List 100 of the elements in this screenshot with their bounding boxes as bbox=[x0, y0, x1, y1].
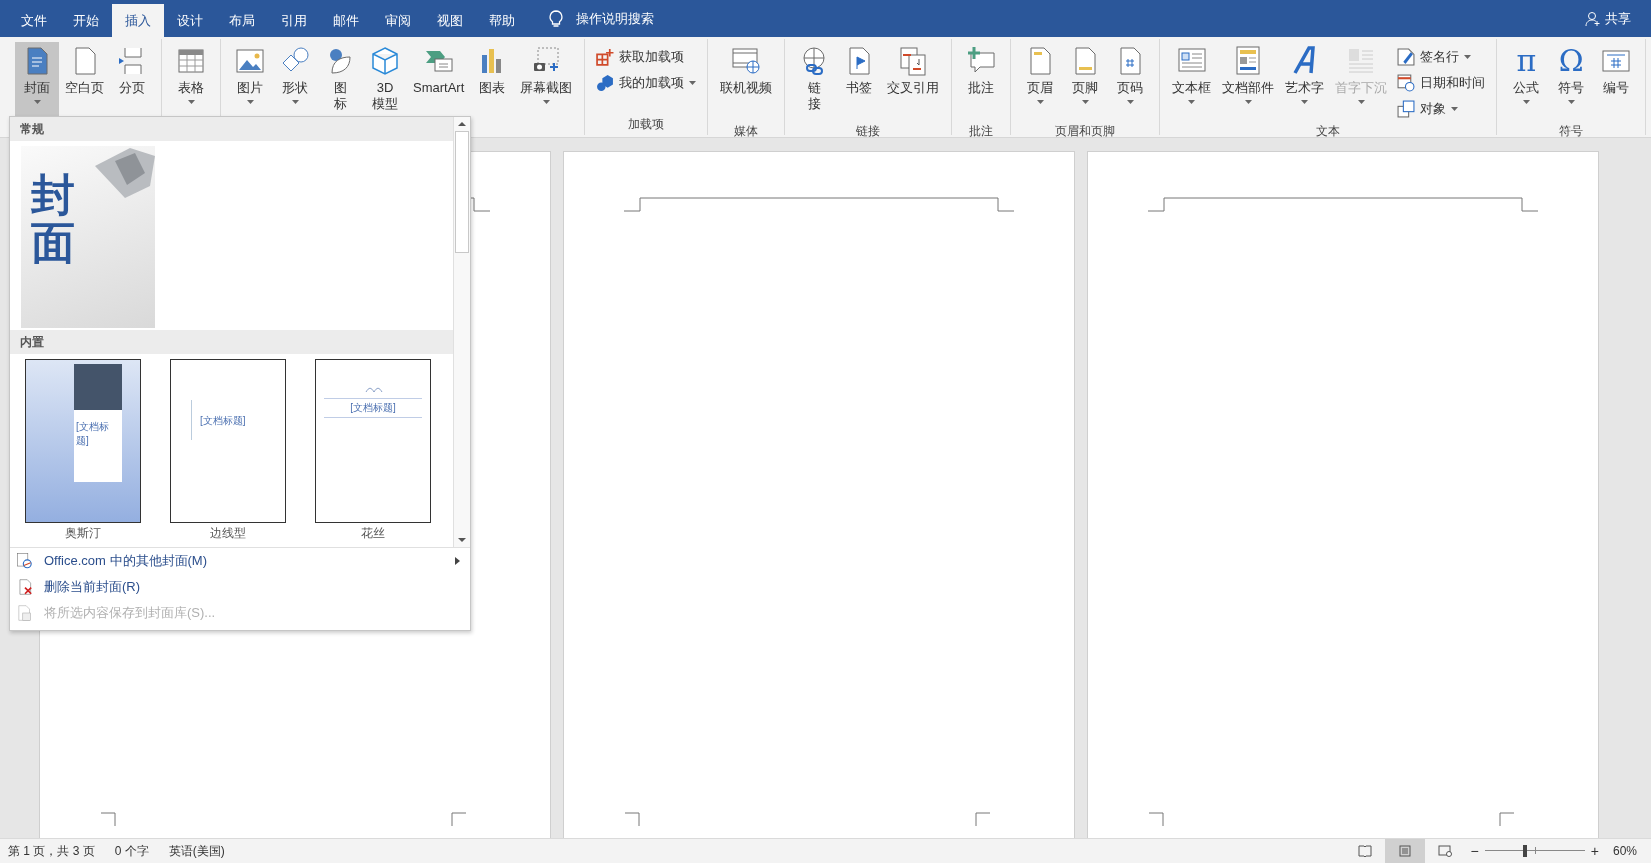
ribbon-button[interactable]: 屏幕截图 bbox=[515, 42, 578, 122]
cube-icon bbox=[369, 45, 401, 77]
submenu-arrow-icon bbox=[455, 557, 460, 565]
caret-icon bbox=[291, 100, 299, 104]
margin-mark bbox=[624, 812, 640, 827]
ribbon-button[interactable]: Ω 符号 bbox=[1549, 42, 1594, 122]
ribbon-button[interactable]: 交叉引用 bbox=[882, 42, 945, 122]
ribbon-tab[interactable]: 设计 bbox=[164, 4, 216, 37]
ribbon-tab[interactable]: 文件 bbox=[8, 4, 60, 37]
thumbnail-caption: 边线型 bbox=[210, 525, 246, 542]
scrollbar[interactable] bbox=[453, 117, 470, 547]
group-label: 符号 bbox=[1558, 123, 1585, 140]
ribbon-button[interactable]: 页码 bbox=[1108, 42, 1153, 122]
caret-icon bbox=[1464, 55, 1472, 59]
ribbon-button[interactable]: 批注 bbox=[959, 42, 1004, 122]
ribbon-button[interactable]: 艺术字 bbox=[1280, 42, 1330, 122]
zoom-in-button[interactable]: + bbox=[1584, 843, 1605, 859]
search-button[interactable]: 操作说明搜索 bbox=[548, 0, 654, 37]
group-label: 加载项 bbox=[627, 116, 666, 133]
cover-title: 封面 bbox=[31, 171, 75, 268]
view-mode-button[interactable] bbox=[1384, 839, 1425, 863]
caret-icon bbox=[689, 81, 697, 85]
document-title-placeholder: [文档标题] bbox=[200, 415, 246, 426]
dark-panel bbox=[74, 364, 122, 410]
person-icon bbox=[1585, 10, 1601, 27]
margin-mark bbox=[975, 812, 991, 827]
book-icon bbox=[1357, 845, 1372, 857]
group-label: 批注 bbox=[968, 123, 995, 140]
web-layout-icon bbox=[1437, 845, 1452, 857]
ribbon-button[interactable]: 获取加载项 bbox=[596, 46, 697, 68]
caret-icon bbox=[33, 100, 41, 104]
add-grid-icon bbox=[596, 48, 615, 66]
caret-icon bbox=[1036, 100, 1044, 104]
caret-icon bbox=[1451, 107, 1459, 111]
ribbon-tab[interactable]: 开始 bbox=[60, 4, 112, 37]
ribbon-tab[interactable]: 引用 bbox=[268, 4, 320, 37]
ribbon-button[interactable]: π 公式 bbox=[1504, 42, 1549, 122]
cover-thumbnail[interactable]: [文档标题] bbox=[315, 359, 431, 523]
ribbon-button[interactable]: 链 接 bbox=[792, 42, 837, 122]
margin-mark bbox=[1499, 812, 1515, 827]
cover-thumbnail[interactable]: 封面 bbox=[21, 146, 155, 328]
hexagon-icon bbox=[596, 74, 615, 92]
section-header: 常规 bbox=[10, 117, 453, 141]
ribbon-tab[interactable]: 插入 bbox=[112, 4, 164, 37]
lightbulb-icon bbox=[548, 9, 564, 28]
ribbon-button[interactable]: 图表 bbox=[470, 42, 515, 122]
caret-icon bbox=[246, 100, 254, 104]
section-header: 内置 bbox=[10, 330, 453, 354]
menu-item[interactable]: Office.com 中的其他封面(M) bbox=[10, 548, 470, 574]
ribbon-button[interactable]: 日期和时间 bbox=[1397, 72, 1486, 94]
document-title-placeholder: [文档标题] bbox=[76, 420, 110, 448]
ribbon-tab[interactable]: 视图 bbox=[424, 4, 476, 37]
group-label: 媒体 bbox=[733, 123, 760, 140]
status-text: 0 个字 bbox=[114, 842, 149, 860]
zoom-out-button[interactable]: − bbox=[1464, 843, 1485, 859]
thumbnail-caption: 花丝 bbox=[361, 525, 385, 542]
pi-icon: π bbox=[1516, 44, 1537, 78]
ribbon-button[interactable]: 签名行 bbox=[1397, 46, 1486, 68]
slider-thumb[interactable] bbox=[1522, 845, 1527, 857]
ribbon-button[interactable]: 文档部件 bbox=[1217, 42, 1280, 122]
caret-icon bbox=[1081, 100, 1089, 104]
ribbon-tab[interactable]: 审阅 bbox=[372, 4, 424, 37]
caret-icon bbox=[1301, 100, 1309, 104]
ribbon-button[interactable]: 书签 bbox=[837, 42, 882, 122]
ribbon-button[interactable]: 页脚 bbox=[1063, 42, 1108, 122]
save-page-icon bbox=[16, 604, 34, 622]
group-label: 链接 bbox=[855, 123, 882, 140]
ribbon-button[interactable]: 编号 bbox=[1594, 42, 1639, 122]
thumbnail-caption: 奥斯汀 bbox=[65, 525, 101, 542]
page-layout-icon bbox=[1397, 845, 1412, 857]
margin-mark bbox=[100, 812, 116, 827]
ribbon-button[interactable]: 联机视频 bbox=[715, 42, 778, 122]
signature-icon bbox=[1397, 48, 1416, 66]
ribbon-button[interactable]: 页眉 bbox=[1018, 42, 1063, 122]
scroll-thumb[interactable] bbox=[455, 131, 469, 253]
ribbon-tab[interactable]: 帮助 bbox=[476, 4, 528, 37]
ornament-icon bbox=[364, 386, 384, 394]
ribbon-button[interactable]: 文本框 bbox=[1167, 42, 1217, 122]
delete-page-icon bbox=[16, 578, 34, 596]
caret-icon bbox=[1522, 100, 1530, 104]
cover-thumbnail[interactable]: [文档标题] bbox=[25, 359, 141, 523]
margin-mark bbox=[451, 812, 467, 827]
caret-icon bbox=[1357, 100, 1365, 104]
caret-icon bbox=[1188, 100, 1196, 104]
ribbon-tab[interactable]: 布局 bbox=[216, 4, 268, 37]
menu-item[interactable]: 删除当前封面(R) bbox=[10, 574, 470, 600]
share-button[interactable]: 共享 bbox=[1585, 0, 1631, 37]
ribbon-button[interactable]: 我的加载项 bbox=[596, 72, 697, 94]
film-globe-icon bbox=[730, 45, 763, 77]
caret-icon bbox=[187, 100, 195, 104]
globe-document-icon bbox=[16, 552, 34, 570]
ribbon-button[interactable]: 对象 bbox=[1397, 98, 1486, 120]
ribbon-tab[interactable]: 邮件 bbox=[320, 4, 372, 37]
zoom-level[interactable]: 60% bbox=[1604, 844, 1651, 858]
cover-thumbnail[interactable]: [文档标题] bbox=[170, 359, 286, 523]
caret-icon bbox=[1126, 100, 1134, 104]
status-text: 第 1 页，共 3 页 bbox=[8, 842, 95, 860]
omega-icon: Ω bbox=[1558, 44, 1584, 78]
caret-icon bbox=[542, 100, 550, 104]
status-text: 英语(美国) bbox=[168, 842, 225, 860]
